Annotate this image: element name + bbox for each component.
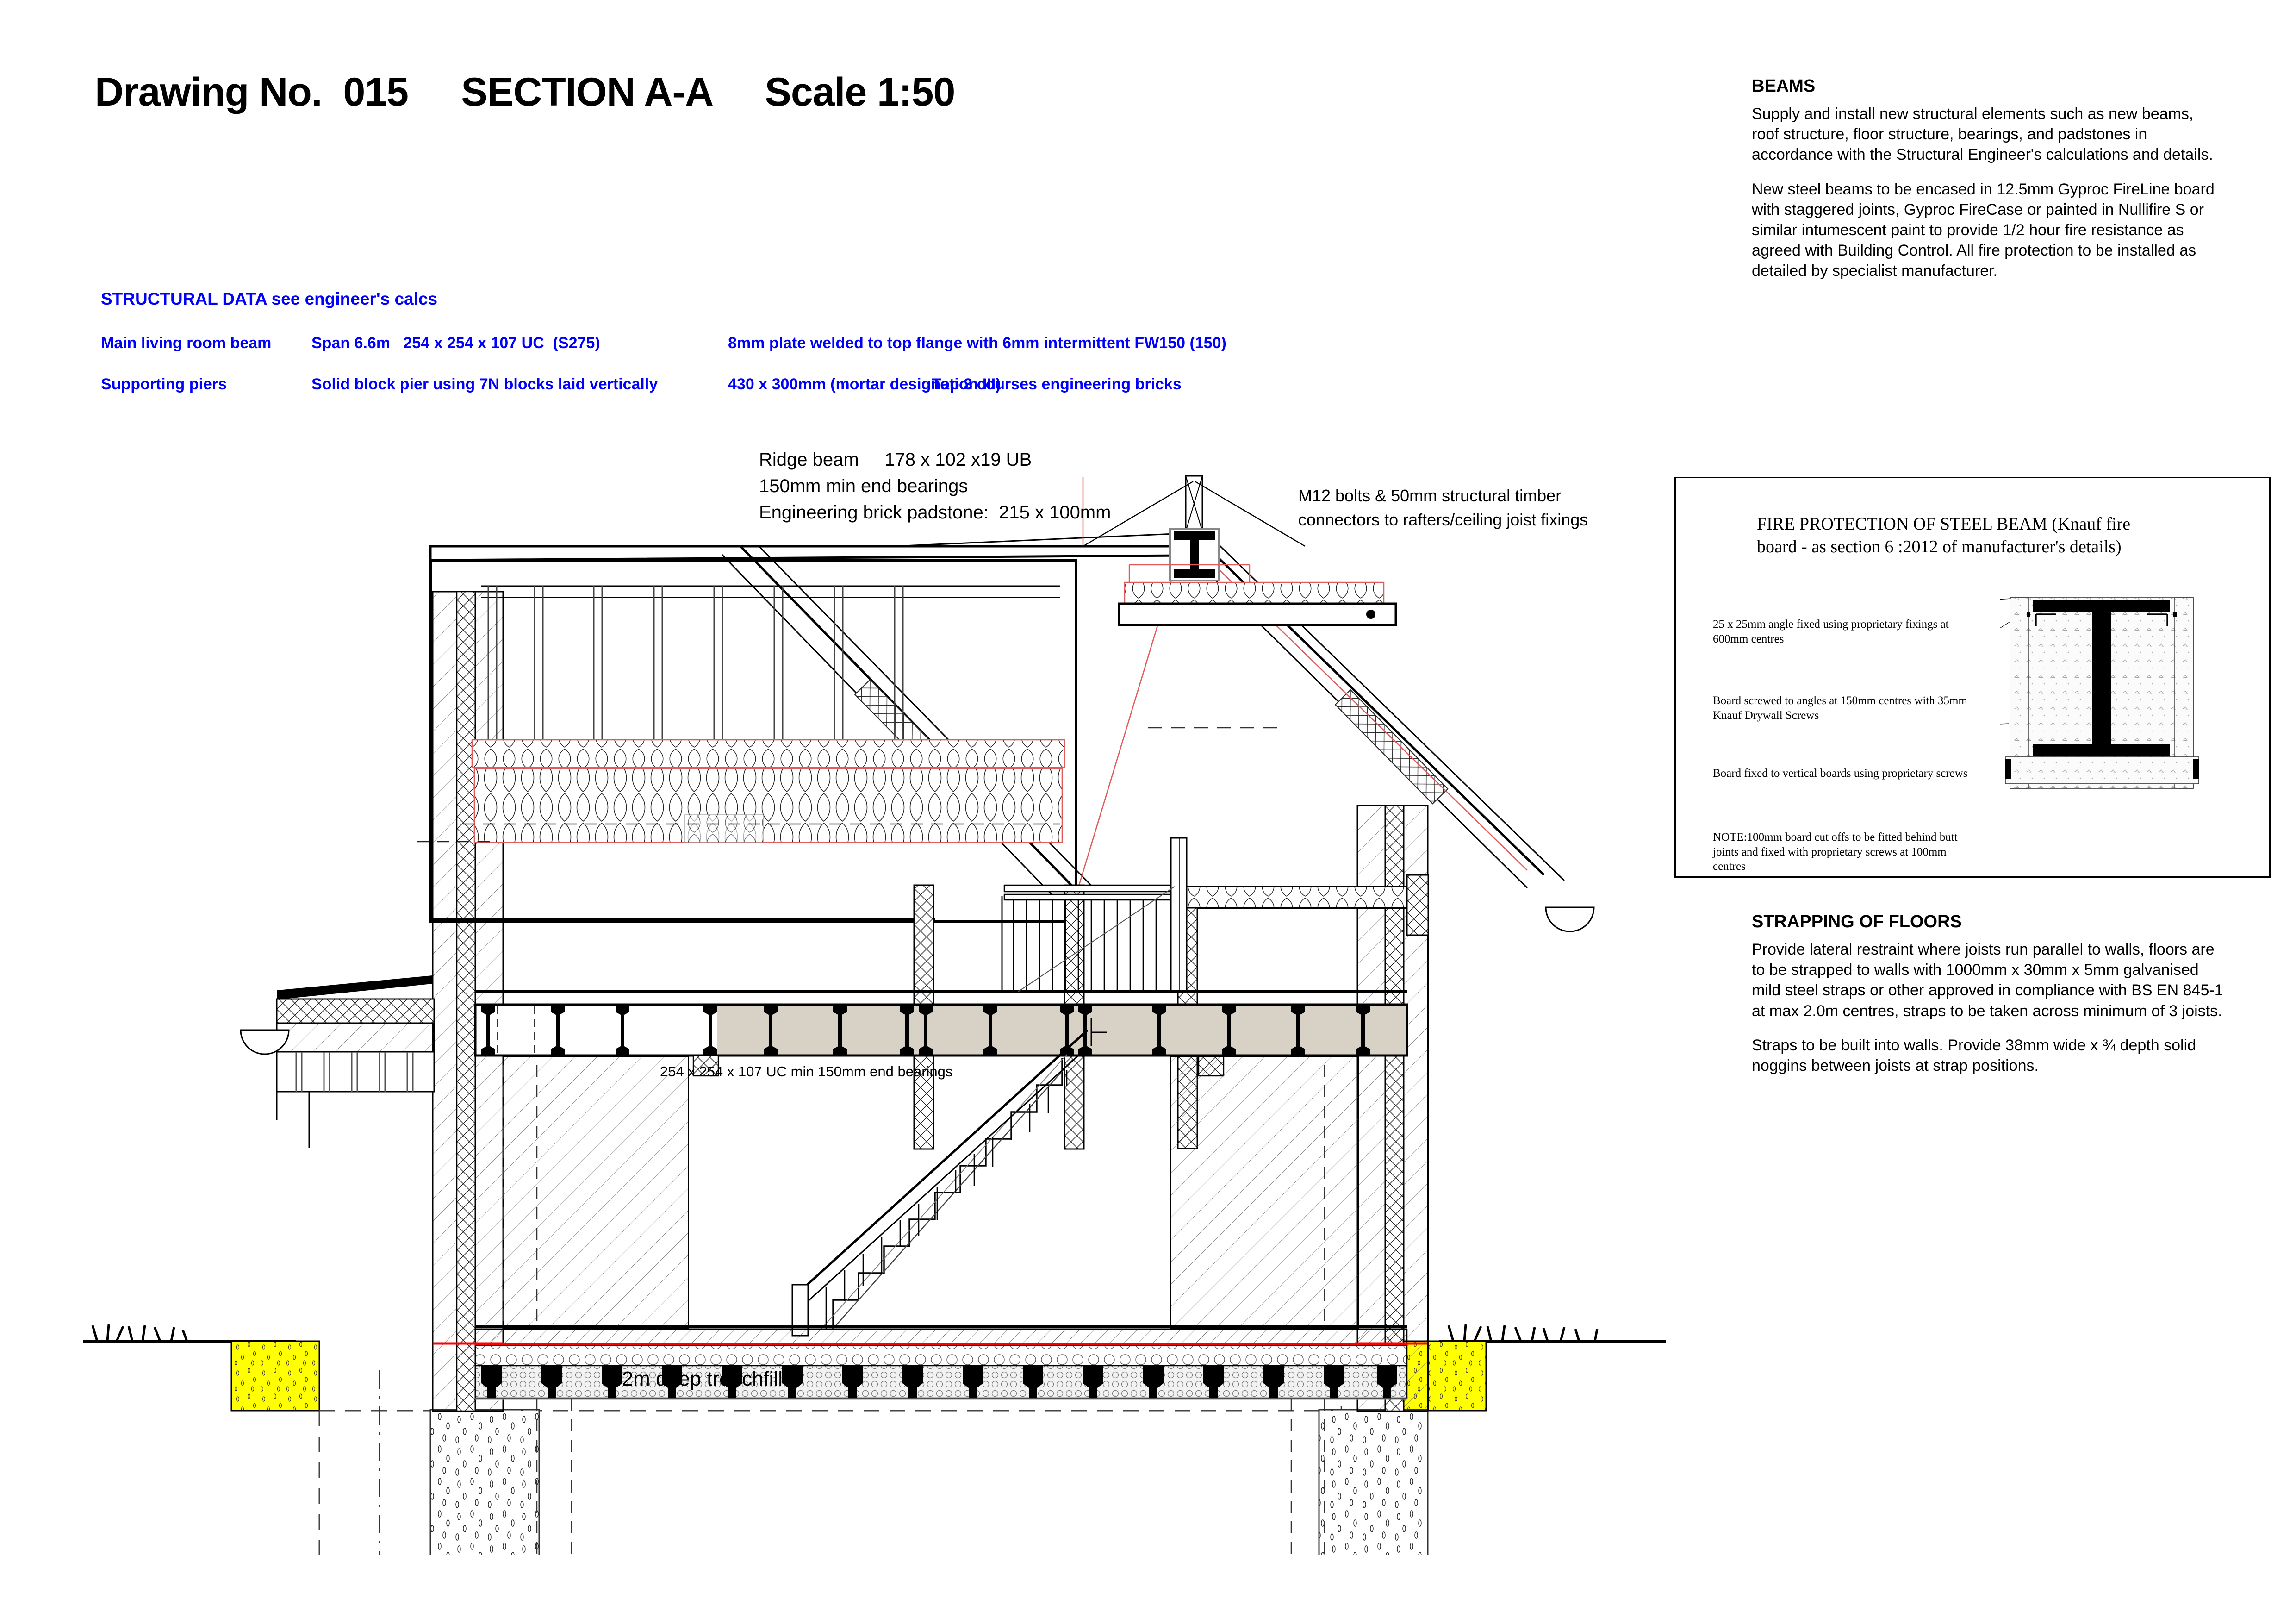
foundation-pier-left xyxy=(429,1409,540,1555)
trenchfill-annotation: 1.2m deep trenchfill xyxy=(605,1368,783,1390)
fire-detail-callout: 25 x 25mm angle fixed using proprietary … xyxy=(1713,618,1949,645)
landing-balustrade xyxy=(1001,837,1188,992)
porch-canopy-left xyxy=(240,975,435,1148)
dormer-roof-zone xyxy=(417,559,1077,923)
structural-data-label: Supporting piers xyxy=(101,375,227,393)
page-title: Drawing No. 015 SECTION A-A Scale 1:50 xyxy=(95,70,955,114)
structural-data-value-3: Top 3 courses engineering bricks xyxy=(932,375,1182,393)
ground-line-right xyxy=(1439,1324,1666,1343)
section-aa-drawing xyxy=(83,475,1666,1555)
fire-protection-detail-box: FIRE PROTECTION OF STEEL BEAM (Knauf fir… xyxy=(1674,477,2271,878)
ceiling-insulation-right xyxy=(1118,564,1397,626)
fire-detail-callout: Board fixed to vertical boards using pro… xyxy=(1713,767,1968,780)
beams-note-paragraph: Supply and install new structural elemen… xyxy=(1752,105,2213,164)
structural-data-label: Main living room beam xyxy=(101,334,272,352)
supporting-pier-left xyxy=(503,1056,689,1329)
strapping-note-paragraph: Straps to be built into walls. Provide 3… xyxy=(1752,1036,2196,1074)
eaves-detail-right xyxy=(1406,874,1595,936)
structural-data-value-2: 8mm plate welded to top flange with 6mm … xyxy=(728,334,1226,352)
encased-steel-beam-diagram xyxy=(2000,597,2199,789)
m12-bolts-annotation: M12 bolts & 50mm structural timber conne… xyxy=(1298,486,1588,530)
fire-detail-callout: Board screwed to angles at 150mm centres… xyxy=(1713,694,1967,722)
beams-note-title: BEAMS xyxy=(1752,76,1816,96)
beams-note-block: BEAMS Supply and install new structural … xyxy=(1752,76,2224,295)
strapping-note-block: STRAPPING OF FLOORS Provide lateral rest… xyxy=(1752,912,2226,1090)
structural-data-value-1: Solid block pier using 7N blocks laid ve… xyxy=(311,375,658,393)
fire-detail-title: FIRE PROTECTION OF STEEL BEAM (Knauf fir… xyxy=(1757,514,2131,557)
external-wall-left xyxy=(432,591,504,1412)
strapping-note-paragraph: Provide lateral restraint where joists r… xyxy=(1752,941,2223,1020)
supporting-pier-right xyxy=(1170,1056,1359,1329)
ground-line-left xyxy=(83,1324,296,1343)
structural-data-value-1: Span 6.6m 254 x 254 x 107 UC (S275) xyxy=(311,334,600,352)
structural-data-row: Main living room beam Span 6.6m 254 x 25… xyxy=(101,334,1226,352)
strapping-note-title: STRAPPING OF FLOORS xyxy=(1752,912,1962,931)
structural-data-row: Supporting piers Solid block pier using … xyxy=(101,375,1226,394)
foundation-pier-right xyxy=(1318,1409,1429,1555)
structural-data-heading: STRUCTURAL DATA see engineer's calcs xyxy=(101,289,438,308)
uc-beam-annotation: 254 x 254 x 107 UC min 150mm end bearing… xyxy=(660,1063,953,1080)
ridge-beam-annotation: Ridge beam 178 x 102 x19 UB 150mm min en… xyxy=(759,450,1111,523)
external-concrete-slab-left xyxy=(230,1340,320,1412)
structural-data-value-2: 430 x 300mm (mortar designation III) xyxy=(728,375,1001,393)
structural-data-block: STRUCTURAL DATA see engineer's calcs Mai… xyxy=(101,289,1226,417)
fire-detail-callout: NOTE:100mm board cut offs to be fitted b… xyxy=(1713,831,1958,873)
beams-note-paragraph: New steel beams to be encased in 12.5mm … xyxy=(1752,180,2215,280)
